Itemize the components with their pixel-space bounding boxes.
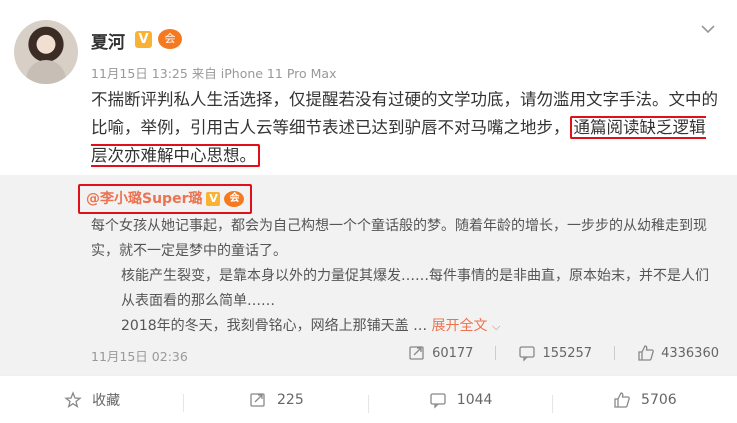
repost-time[interactable]: 11月15日 02:36 [91,346,188,365]
divider [614,346,616,360]
post-source: 来自 iPhone 11 Pro Max [191,66,337,81]
author-name[interactable]: 夏河 [91,28,125,53]
expand-label[interactable]: 展开全文 [432,318,488,334]
divider [495,346,497,360]
share-icon [250,392,265,407]
repost-share-stat[interactable]: 60177 [408,344,473,362]
comment-count: 1044 [456,391,493,408]
action-bar: 收藏 225 1044 5706 [0,375,737,423]
like-button[interactable]: 5706 [553,391,737,409]
repost-username[interactable]: @李小璐Super璐 [86,188,202,210]
repost-member-icon: 会 [224,191,245,207]
comment-icon [519,346,536,362]
repost-paragraph: 核能产生裂变，是靠本身以外的力量促其爆发……每件事情的是非曲直，原本始末，并不是… [121,268,709,309]
repost-like-stat[interactable]: 4336360 [637,344,719,362]
thumbs-up-icon [638,345,654,361]
like-count: 5706 [641,391,677,408]
repost-button[interactable]: 225 [184,391,369,413]
repost-like-count: 4336360 [661,345,719,361]
post-date[interactable]: 11月15日 13:25 [91,66,188,81]
repost-comment-stat[interactable]: 155257 [518,344,592,362]
expand-full-text-link[interactable]: 展开全文 ⌵ [432,318,501,334]
member-badge-icon[interactable]: 会 [158,29,182,49]
chevron-down-icon[interactable] [699,20,717,38]
verified-badge-icon: V [135,31,152,48]
repost-paragraph: 2018年的冬天，我刻骨铭心，网络上那铺天盖 … 展开全文 ⌵ [91,314,716,339]
favorite-button[interactable]: 收藏 [0,390,185,412]
repost-stats: 60177 155257 4336360 [408,344,719,362]
star-icon [64,390,82,408]
repost-text: 每个女孩从她记事起，都会为自己构想一个个童话般的梦。随着年龄的增长，一步步的从幼… [91,214,716,339]
repost-paragraph-text: 2018年的冬天，我刻骨铭心，网络上那铺天盖 … [121,318,428,334]
avatar-figure [26,60,66,84]
repost-count: 225 [277,391,304,408]
thumbs-up-icon [614,391,630,408]
repost-comment-count: 155257 [542,345,593,361]
post-meta: 11月15日 13:25 来自 iPhone 11 Pro Max [91,63,336,82]
post-text: 不揣断评判私人生活选择，仅提醒若没有过硬的文学功底，请勿滥用文字手法。文中的比喻… [91,86,721,170]
repost-paragraph: 每个女孩从她记事起，都会为自己构想一个个童话般的梦。随着年龄的增长，一步步的从幼… [91,218,707,259]
repost-user[interactable]: @李小璐Super璐 V 会 [78,184,253,214]
comment-icon [430,392,446,409]
expand-chevron-icon: ⌵ [491,320,501,333]
share-icon [409,346,424,360]
repost-share-count: 60177 [432,345,474,361]
comment-button[interactable]: 1044 [369,391,554,413]
repost-verified-icon: V [206,192,221,206]
favorite-label: 收藏 [92,392,121,409]
author-avatar[interactable] [14,20,78,84]
